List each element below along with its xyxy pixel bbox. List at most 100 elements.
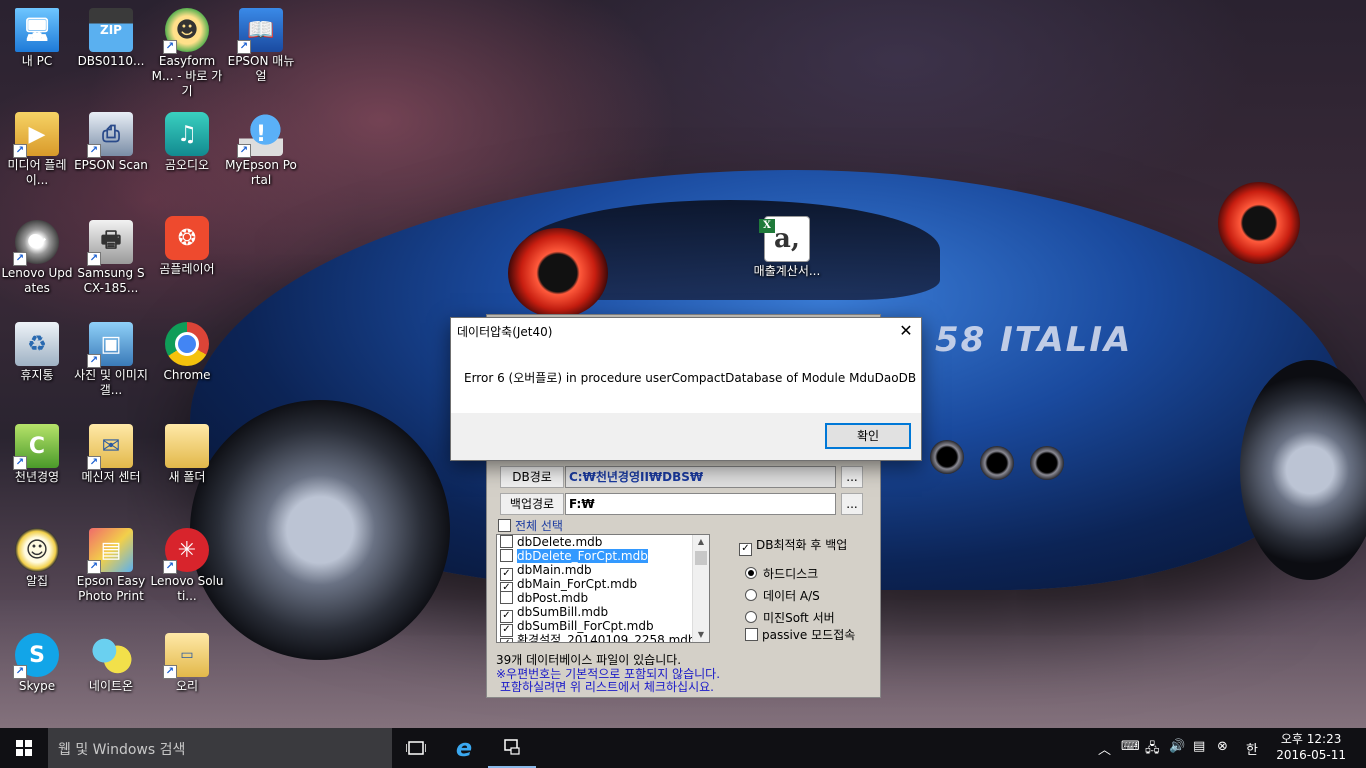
clock-time: 오후 12:23 (1280, 732, 1342, 746)
ok-button[interactable]: 확인 (825, 423, 911, 449)
note-line-2: 포함하실려면 위 리스트에서 체크하십시요. (500, 680, 714, 694)
desktop-icon-messenger-center[interactable]: ✉ ↗ 메신저 센터 (74, 424, 148, 485)
epson-scan-icon: ⎙ ↗ (87, 112, 133, 158)
task-view-icon[interactable] (392, 728, 440, 768)
desktop-icon-nateon[interactable]: 네이트온 (74, 633, 148, 694)
start-button[interactable] (0, 728, 48, 768)
db-file-checkbox[interactable] (500, 549, 513, 562)
desktop-icon-gom-player[interactable]: ❂ 곰플레이어 (150, 216, 224, 277)
desktop-icon-epson-manual[interactable]: 📖 ↗ EPSON 매뉴얼 (224, 8, 298, 84)
ime-tray-icon[interactable]: ⌨ (1121, 739, 1140, 754)
lenovo-updates-icon: ⟳ ↗ (13, 220, 59, 266)
desktop-icon-samsung-printer[interactable]: 🖶 ↗ Samsung SCX-185... (74, 220, 148, 296)
db-file-name: 환경설정_20140109_2258.mdb (517, 633, 696, 643)
db-file-list-items: dbDelete.mdb dbDelete_ForCpt.mdb ✓ dbMain.m… (497, 535, 709, 643)
pc-icon: 🖥 (15, 8, 59, 52)
folder-icon (165, 424, 209, 468)
db-file-item[interactable]: dbDelete.mdb (497, 535, 709, 549)
db-file-checkbox[interactable] (500, 591, 513, 604)
db-file-item[interactable]: dbDelete_ForCpt.mdb (497, 549, 709, 563)
desktop-icon-recycle-bin[interactable]: ♻ 휴지통 (0, 322, 74, 383)
blocked-icon[interactable]: ⊗ (1217, 739, 1228, 754)
desktop-icon-skype[interactable]: S ↗ Skype (0, 633, 74, 694)
desktop-icon-alzip[interactable]: ☺ 알집 (0, 528, 74, 589)
zip-icon: ZIP (89, 8, 133, 52)
db-file-list[interactable]: dbDelete.mdb dbDelete_ForCpt.mdb ✓ dbMain.m… (496, 534, 710, 643)
db-file-item[interactable]: ✓ dbSumBill.mdb (497, 605, 709, 623)
db-file-name: dbMain.mdb (517, 563, 592, 577)
db-file-item[interactable]: ✓ dbMain_ForCpt.mdb (497, 577, 709, 595)
internet-explorer-icon[interactable]: e (440, 728, 488, 768)
desktop-icon-epson-scan[interactable]: ⎙ ↗ EPSON Scan (74, 112, 148, 173)
error-message-dialog: 데이터압축(Jet40) ✕ Error 6 (오버플로) in procedu… (450, 317, 922, 461)
dialog-message: Error 6 (오버플로) in procedure userCompactD… (464, 371, 917, 385)
optimize-checkbox[interactable]: ✓ DB최적화 후 백업 (739, 536, 847, 556)
volume-icon[interactable]: 🔊 (1169, 739, 1185, 754)
desktop-icon-new-folder[interactable]: 새 폴더 (150, 424, 224, 485)
desktop-icon-my-pc[interactable]: 🖥 내 PC (0, 8, 74, 69)
photo-gallery-icon: ▣ ↗ (87, 322, 133, 368)
backup-path-browse-button[interactable]: ... (841, 493, 863, 515)
select-all-checkbox-box (498, 519, 511, 532)
chrome-icon (165, 322, 209, 366)
desktop-icon-sales-invoice[interactable]: Xa, 매출계산서... (750, 216, 824, 279)
db-path-button[interactable]: DB경로 (500, 466, 564, 488)
desktop-icon-ori[interactable]: ▭ ↗ 오리 (150, 633, 224, 694)
wallpaper-wheel (1240, 360, 1366, 580)
desktop-icon-cheonnyeon[interactable]: C ↗ 천년경영 (0, 424, 74, 485)
desktop-icon-myepson[interactable]: ! ↗ MyEpson Portal (224, 112, 298, 188)
backup-path-field[interactable]: F:₩ (565, 493, 836, 515)
db-file-item[interactable]: ✓ dbMain.mdb (497, 563, 709, 581)
db-path-browse-button[interactable]: ... (841, 466, 863, 488)
desktop-icon-zip-file[interactable]: ZIP DBS0110... (74, 8, 148, 69)
db-file-item[interactable]: dbPost.mdb (497, 591, 709, 605)
file-icon: ▭ ↗ (163, 633, 209, 679)
wallpaper-exhaust (980, 446, 1014, 480)
desktop-icon-lenovo-solution[interactable]: ✳ ↗ Lenovo Soluti... (150, 528, 224, 604)
epson-photo-icon: ▤ ↗ (87, 528, 133, 574)
desktop-icon-lenovo-updates[interactable]: ⟳ ↗ Lenovo Updates (0, 220, 74, 296)
db-file-checkbox[interactable]: ✓ (500, 638, 513, 642)
nateon-icon (89, 633, 133, 677)
scroll-up-icon[interactable]: ▲ (693, 535, 709, 549)
network-icon[interactable]: 🖧 (1145, 739, 1160, 761)
wallpaper-wheel (190, 400, 450, 660)
wallpaper-italia-text: 58 ITALIA (935, 320, 1133, 360)
close-icon[interactable]: ✕ (891, 318, 921, 344)
ime-mode-indicator[interactable]: 한 (1246, 739, 1258, 758)
notification-icon[interactable]: ▤ (1193, 739, 1205, 754)
db-file-name: dbPost.mdb (517, 591, 589, 605)
cheonnyeon-icon: C ↗ (13, 424, 59, 470)
scroll-down-icon[interactable]: ▼ (693, 628, 709, 642)
db-file-item[interactable]: ✓ dbSumBill_ForCpt.mdb (497, 619, 709, 637)
desktop-icon-easyform[interactable]: ☻ ↗ EasyformM... - 바로 가기 (150, 8, 224, 99)
desktop-icon-media-player[interactable]: ▶ ↗ 미디어 플레이... (0, 112, 74, 188)
media-player-icon: ▶ ↗ (13, 112, 59, 158)
excel-file-icon: Xa, (759, 216, 810, 262)
clock-date: 2016-05-11 (1276, 748, 1346, 762)
db-file-name: dbMain_ForCpt.mdb (517, 577, 638, 591)
desktop-icon-gom-audio[interactable]: ♫ 곰오디오 (150, 112, 224, 173)
desktop-icon-chrome[interactable]: Chrome (150, 322, 224, 383)
db-path-field[interactable]: C:₩천년경영II₩DBS₩ (565, 466, 836, 488)
scroll-thumb[interactable] (695, 551, 707, 565)
printer-icon: 🖶 ↗ (87, 220, 133, 266)
option-harddisk-radio[interactable]: 하드디스크 (745, 565, 818, 585)
taskbar: 웹 및 Windows 검색 e ︿ ⌨ 🖧 🔊 ▤ ⊗ 한 오후 12:23 … (0, 728, 1366, 768)
desktop-icon-epson-photo-print[interactable]: ▤ ↗ Epson Easy Photo Print (74, 528, 148, 604)
wallpaper-exhaust (930, 440, 964, 474)
backup-path-button[interactable]: 백업경로 (500, 493, 564, 515)
tray-expand-icon[interactable]: ︿ (1098, 739, 1111, 758)
running-app-icon[interactable] (488, 728, 536, 768)
desktop-icon-photo-gallery[interactable]: ▣ ↗ 사진 및 이미지 갤... (74, 322, 148, 398)
db-file-checkbox[interactable] (500, 535, 513, 548)
clock[interactable]: 오후 12:23 2016-05-11 (1276, 731, 1346, 763)
db-file-list-scrollbar[interactable]: ▲ ▼ (692, 535, 709, 642)
lenovo-solution-icon: ✳ ↗ (163, 528, 209, 574)
db-file-item[interactable]: ✓ 환경설정_20140109_2258.mdb (497, 633, 709, 643)
db-file-name: dbDelete.mdb (517, 535, 603, 549)
option-data-as-radio[interactable]: 데이터 A/S (745, 587, 820, 607)
passive-mode-checkbox[interactable]: passive 모드접속 (745, 626, 855, 646)
radio-dot (745, 589, 757, 601)
search-box[interactable]: 웹 및 Windows 검색 (48, 728, 392, 768)
